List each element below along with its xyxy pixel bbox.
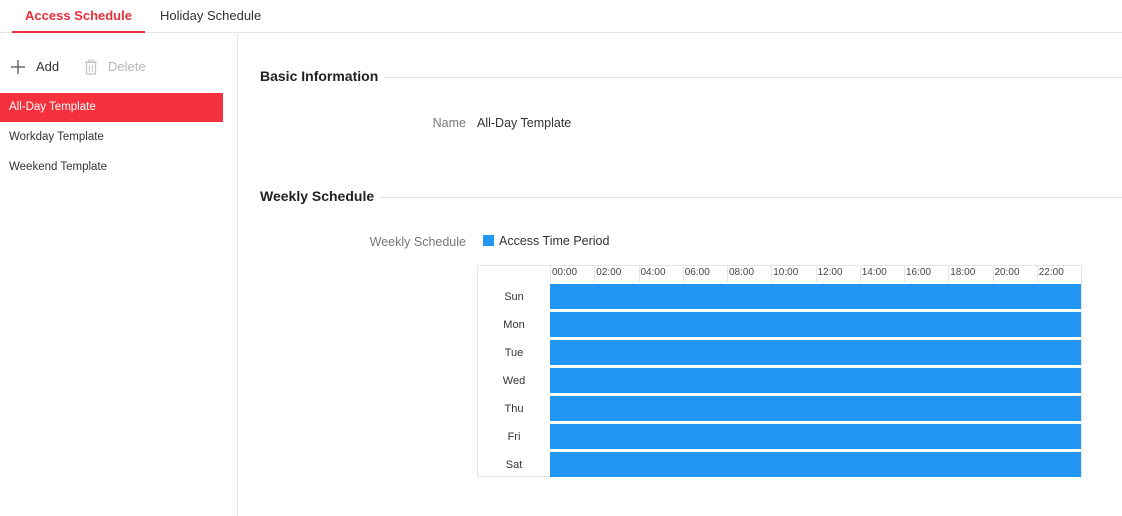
hour-tick — [1036, 266, 1038, 282]
access-period-bar[interactable] — [550, 368, 1081, 393]
tab-holiday-schedule[interactable]: Holiday Schedule — [160, 0, 261, 33]
tab-access-schedule[interactable]: Access Schedule — [12, 0, 145, 33]
day-label: Wed — [502, 375, 526, 387]
hour-label: 14:00 — [861, 267, 887, 278]
hour-tick — [727, 266, 728, 282]
hour-tick — [771, 266, 773, 282]
hour-label: 20:00 — [994, 267, 1020, 278]
template-item-weekend[interactable]: Weekend Template — [0, 153, 223, 182]
name-label: Name — [432, 116, 466, 130]
hour-label: 10:00 — [773, 267, 799, 278]
template-list: All-Day Template Workday Template Weeken… — [0, 93, 223, 183]
day-label: Sun — [504, 291, 524, 303]
template-sidebar: Add Delete All-Day Template Workday Temp… — [0, 34, 238, 516]
hour-label: 12:00 — [817, 267, 843, 278]
weekly-schedule-title: Weekly Schedule — [260, 188, 381, 204]
legend: Access Time Period — [483, 233, 609, 249]
day-row-mon: Mon — [478, 311, 1081, 339]
hour-tick — [815, 266, 817, 282]
hour-label: 08:00 — [729, 267, 755, 278]
add-button[interactable]: Add — [10, 56, 59, 78]
trash-icon — [85, 59, 97, 75]
template-item-workday[interactable]: Workday Template — [0, 123, 223, 152]
hour-label: 04:00 — [640, 267, 666, 278]
time-axis: 00:00 02:00 04:00 06:00 08:00 10:00 12:00 14:00… — [478, 266, 1081, 282]
day-row-wed: Wed — [478, 367, 1081, 395]
hour-tick — [992, 266, 994, 282]
hour-tick — [638, 266, 640, 282]
day-row-thu: Thu — [478, 395, 1081, 423]
plus-icon — [11, 60, 25, 74]
hour-label: 22:00 — [1038, 267, 1064, 278]
weekly-schedule-label: Weekly Schedule — [369, 235, 466, 249]
hour-tick — [682, 266, 684, 282]
day-label: Fri — [507, 431, 521, 443]
hour-tick — [948, 266, 950, 282]
day-label: Thu — [504, 403, 524, 415]
hour-tick — [859, 266, 861, 282]
hour-tick — [550, 266, 551, 282]
day-label: Sat — [505, 459, 523, 471]
hour-tick — [594, 266, 596, 282]
hour-label: 02:00 — [596, 267, 622, 278]
hour-label: 06:00 — [684, 267, 710, 278]
access-period-bar[interactable] — [550, 284, 1081, 309]
day-row-tue: Tue — [478, 339, 1081, 367]
template-item-all-day[interactable]: All-Day Template — [0, 93, 223, 122]
basic-info-title: Basic Information — [260, 68, 385, 84]
hour-label: 00:00 — [552, 267, 578, 278]
tab-bar: Access Schedule Holiday Schedule — [0, 0, 1122, 33]
day-label: Tue — [504, 347, 524, 359]
hour-label: 18:00 — [950, 267, 976, 278]
delete-button-label: Delete — [108, 59, 146, 74]
access-period-bar[interactable] — [550, 424, 1081, 449]
hour-label: 16:00 — [906, 267, 932, 278]
legend-swatch — [483, 235, 494, 246]
access-period-bar[interactable] — [550, 396, 1081, 421]
name-value: All-Day Template — [477, 116, 572, 130]
legend-label: Access Time Period — [499, 234, 610, 248]
access-period-bar[interactable] — [550, 452, 1081, 477]
day-row-sat: Sat — [478, 451, 1081, 479]
day-row-fri: Fri — [478, 423, 1081, 451]
access-period-bar[interactable] — [550, 340, 1081, 365]
access-period-bar[interactable] — [550, 312, 1081, 337]
hour-tick — [904, 266, 905, 282]
basic-info-divider — [260, 77, 1122, 78]
day-label: Mon — [503, 319, 525, 331]
day-row-sun: Sun — [478, 283, 1081, 311]
weekly-schedule-grid: 00:00 02:00 04:00 06:00 08:00 10:00 12:00 14:00… — [477, 265, 1082, 477]
add-button-label: Add — [36, 59, 60, 74]
weekly-schedule-divider — [260, 197, 1122, 198]
delete-button[interactable]: Delete — [84, 56, 146, 78]
